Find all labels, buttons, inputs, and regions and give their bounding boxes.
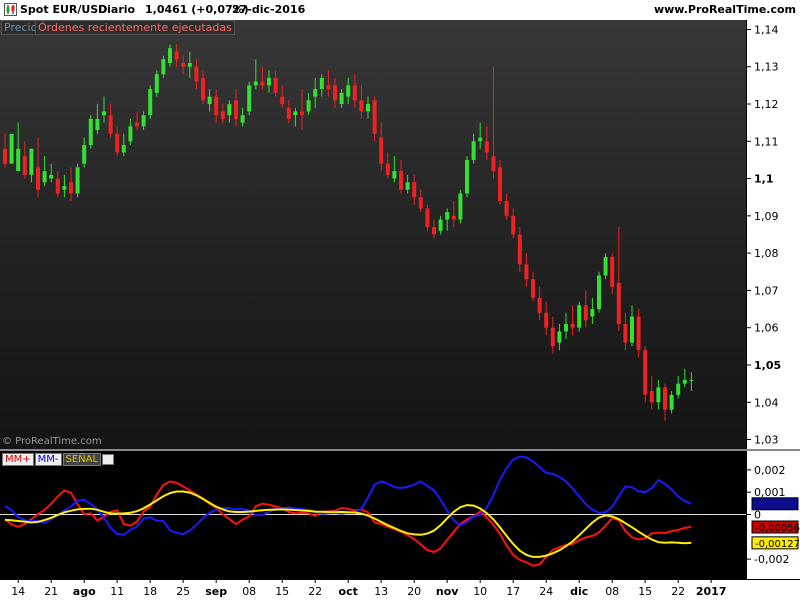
chart-title-bar: Spot EUR/USD Diario 1,0461 (+0,07%) 27-d… <box>0 0 800 21</box>
indicator-legend: MM+ MM- SEÑAL <box>2 453 115 466</box>
price-axis[interactable] <box>746 20 800 449</box>
price-pane[interactable] <box>0 20 746 449</box>
last-date: 27-dic-2016 <box>232 3 306 16</box>
legend-mm-minus[interactable]: MM- <box>34 453 62 466</box>
legend-options-icon[interactable] <box>102 453 115 465</box>
site-url[interactable]: www.ProRealTime.com <box>654 3 796 16</box>
indicator-pane[interactable] <box>0 451 746 579</box>
legend-senal[interactable]: SEÑAL <box>62 453 102 466</box>
time-axis[interactable] <box>0 579 800 601</box>
instrument-name: Spot EUR/USD <box>20 3 108 16</box>
indicator-axis[interactable] <box>746 451 800 579</box>
orders-tag[interactable]: Órdenes recientemente ejecutadas <box>35 20 235 35</box>
legend-mm-plus[interactable]: MM+ <box>2 453 34 466</box>
copyright-text: © ProRealTime.com <box>2 436 102 447</box>
candlestick-icon <box>4 3 17 16</box>
timeframe-label: Diario <box>98 3 136 16</box>
